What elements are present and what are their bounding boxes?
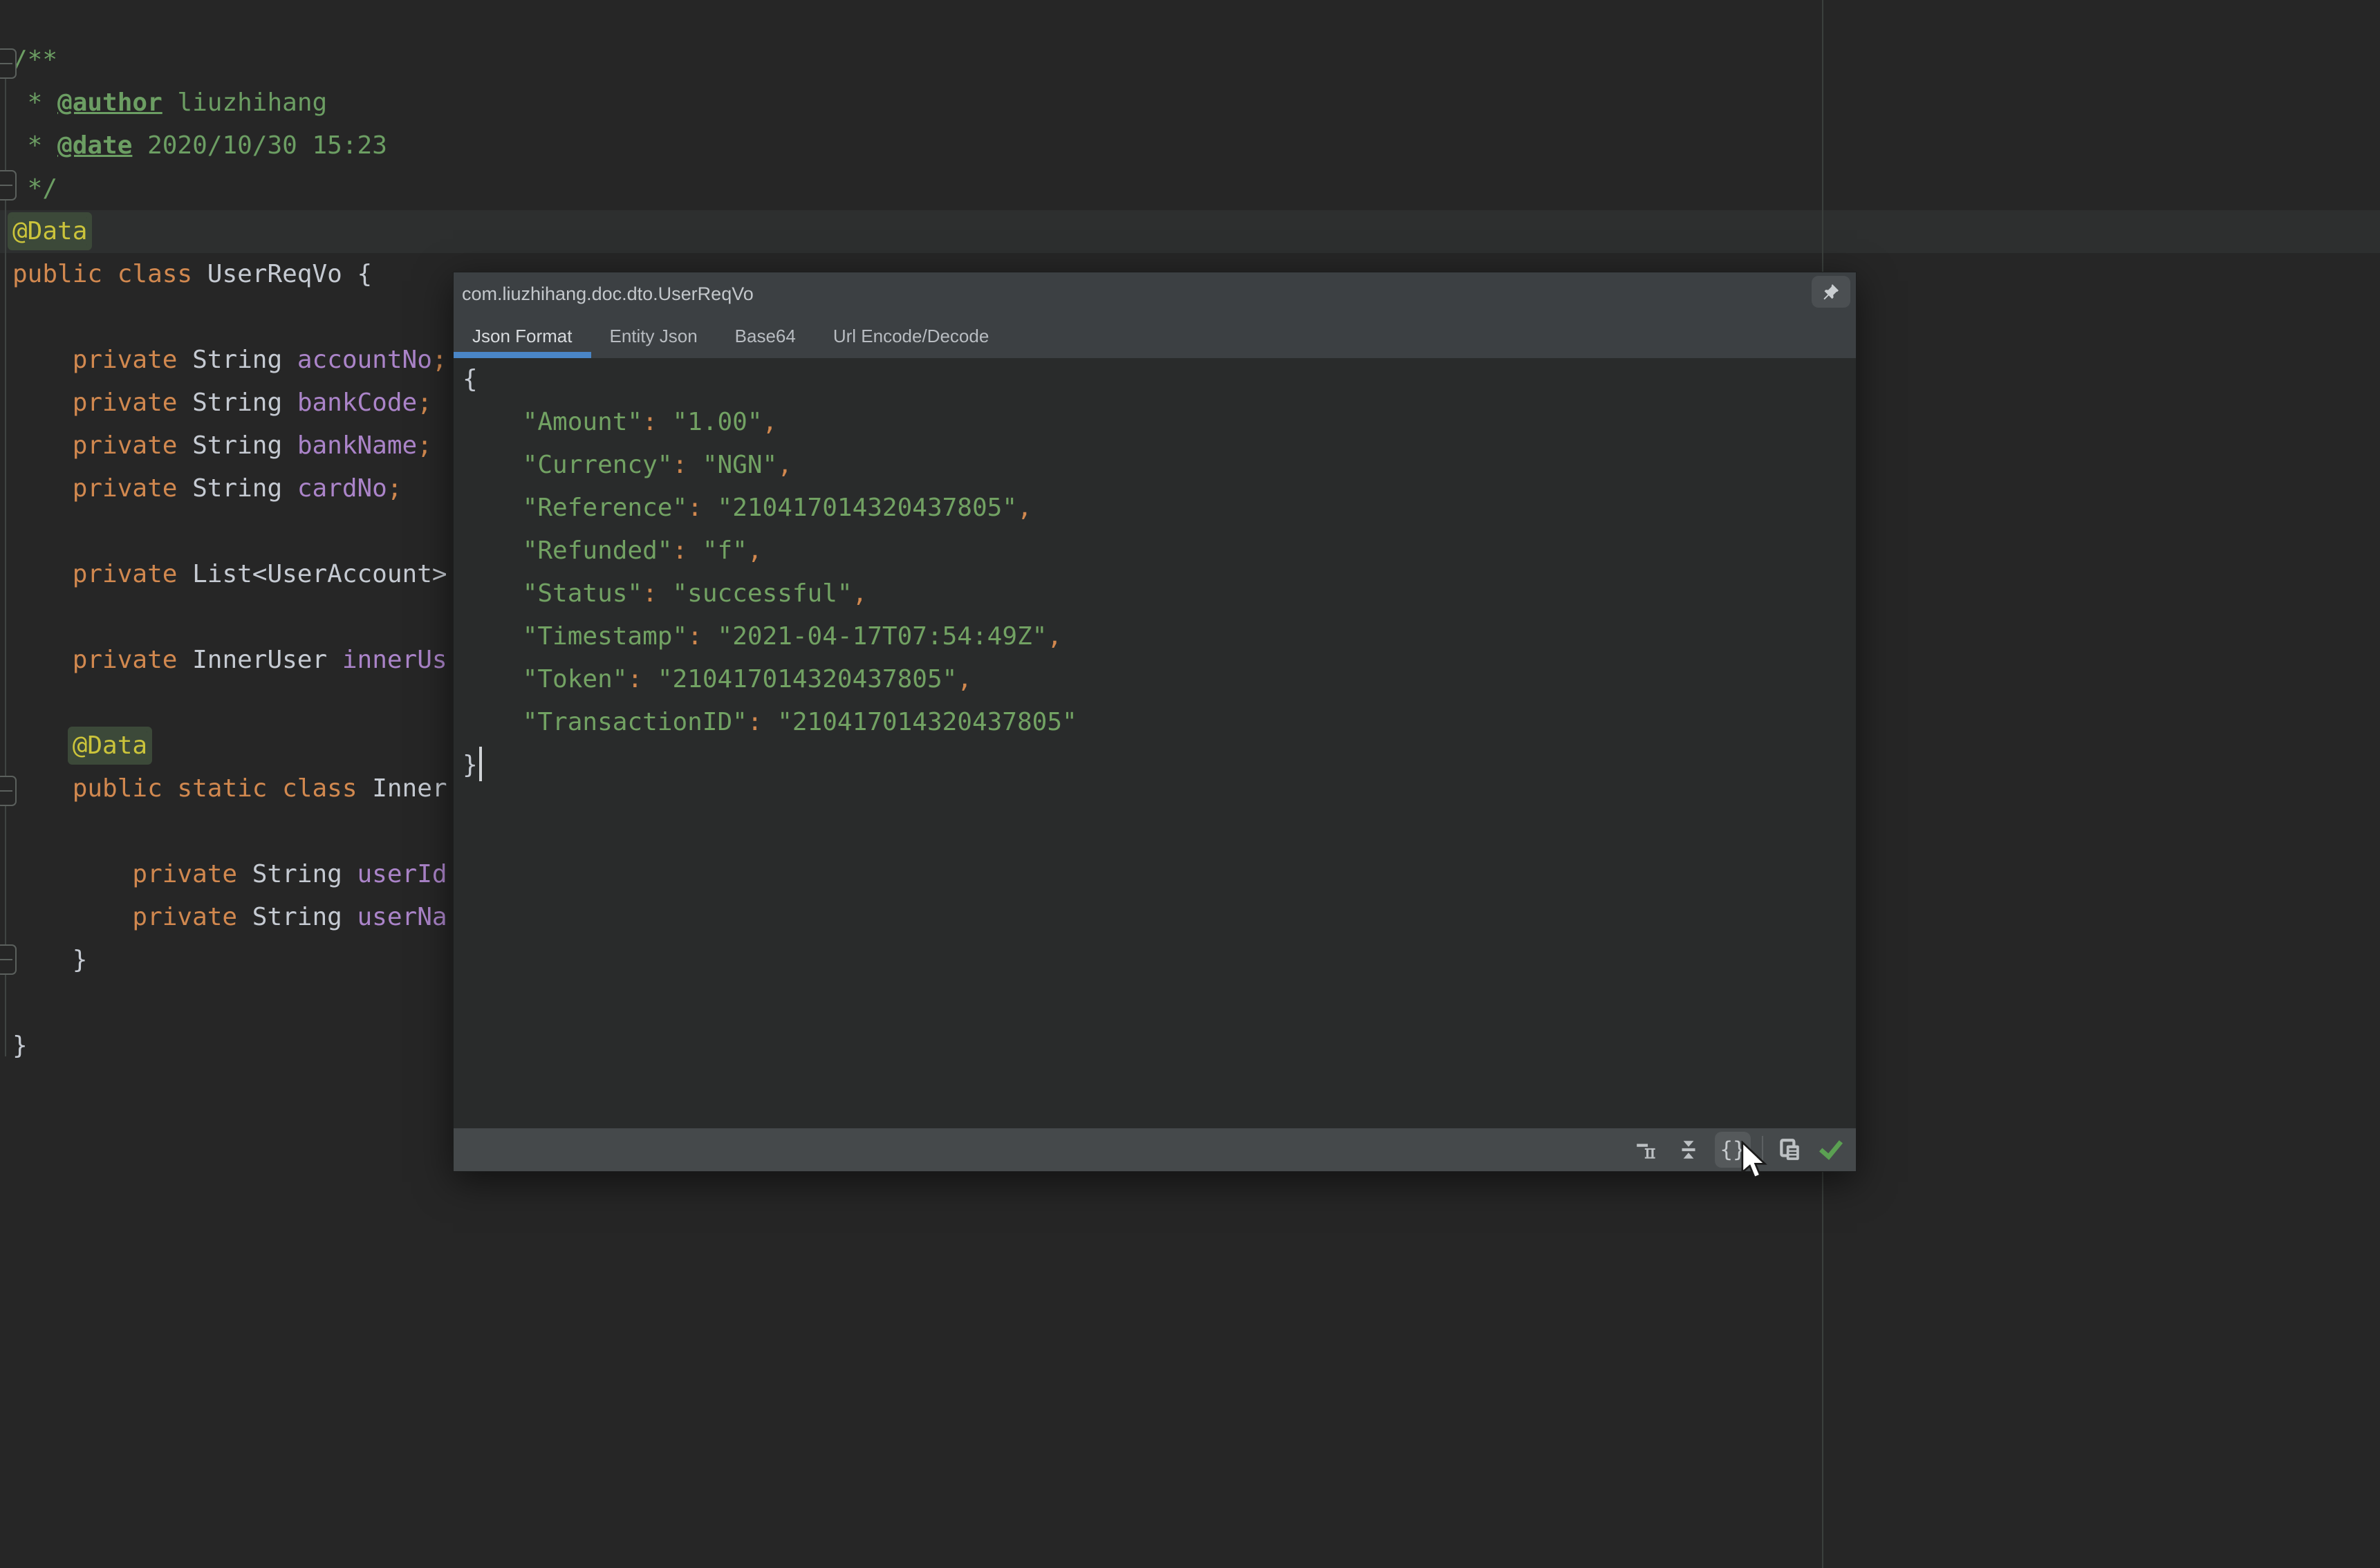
doc-view-popup: com.liuzhihang.doc.dto.UserReqVo Json Fo… <box>453 272 1857 1172</box>
join-lines-icon[interactable] <box>1632 1132 1662 1167</box>
code-token: String <box>192 389 297 417</box>
code-token: bankCode <box>297 389 417 417</box>
code-token: Inner <box>372 774 447 803</box>
code-token: InnerUser <box>192 646 342 674</box>
tab-base64[interactable]: Base64 <box>716 315 815 358</box>
code-token: * <box>12 131 57 160</box>
collapse-lines-icon[interactable] <box>1673 1132 1704 1167</box>
code-token: { <box>357 260 373 288</box>
code-token: private <box>73 346 192 374</box>
json-line: "Reference": "210417014320437805", <box>463 487 1077 530</box>
popup-title: com.liuzhihang.doc.dto.UserReqVo <box>462 272 754 315</box>
json-line: } <box>463 744 1077 787</box>
code-token: } <box>12 1032 28 1060</box>
code-token: /** <box>12 46 57 74</box>
code-token: private <box>73 560 192 588</box>
code-token: UserReqVo <box>207 260 357 288</box>
code-token: public class <box>12 260 207 288</box>
popup-toolbar: {} <box>454 1128 1856 1171</box>
code-token: @Data <box>12 217 87 245</box>
code-token: */ <box>12 174 57 203</box>
fold-marker-icon[interactable] <box>0 170 17 200</box>
code-token: @Data <box>73 731 147 760</box>
tab-url-encode-decode[interactable]: Url Encode/Decode <box>815 315 1007 358</box>
code-token: cardNo <box>297 474 387 503</box>
json-line: "Amount": "1.00", <box>463 401 1077 444</box>
code-token: @date <box>57 131 132 160</box>
text-caret <box>479 747 482 781</box>
code-token: bankName <box>297 431 417 460</box>
mouse-cursor <box>1740 1141 1772 1186</box>
ide-editor-screen: /** * @author liuzhihang * @date 2020/10… <box>0 0 2380 1568</box>
json-line: "Refunded": "f", <box>463 530 1077 572</box>
json-line: "Currency": "NGN", <box>463 444 1077 487</box>
code-token: userId <box>357 860 447 888</box>
code-token: ; <box>432 346 447 374</box>
code-token: private <box>73 431 192 460</box>
json-line: "Token": "210417014320437805", <box>463 658 1077 701</box>
code-line: @Data <box>12 210 2380 253</box>
code-token: String <box>192 431 297 460</box>
code-token: ; <box>417 431 432 460</box>
code-token: String <box>192 474 297 503</box>
code-token: userNa <box>357 903 447 931</box>
code-token: accountNo <box>297 346 432 374</box>
tab-entity-json[interactable]: Entity Json <box>591 315 716 358</box>
json-text: { "Amount": "1.00", "Currency": "NGN", "… <box>463 358 1077 787</box>
code-token: private <box>73 646 192 674</box>
code-token: private <box>132 860 252 888</box>
code-token: private <box>73 389 192 417</box>
code-token: private <box>132 903 252 931</box>
json-line: "Timestamp": "2021-04-17T07:54:49Z", <box>463 615 1077 658</box>
code-token: * <box>12 88 57 117</box>
code-token: ; <box>387 474 402 503</box>
popup-tabbar: Json FormatEntity JsonBase64Url Encode/D… <box>454 315 1856 358</box>
popup-header: com.liuzhihang.doc.dto.UserReqVo <box>454 272 1856 315</box>
pin-icon[interactable] <box>1812 276 1850 308</box>
fold-marker-icon[interactable] <box>0 776 17 806</box>
code-token: liuzhihang <box>162 88 327 117</box>
fold-marker-icon[interactable] <box>0 48 17 79</box>
copy-icon[interactable] <box>1774 1132 1805 1167</box>
json-line: { <box>463 358 1077 401</box>
code-token: public static class <box>73 774 372 803</box>
fold-marker-icon[interactable] <box>0 944 17 975</box>
code-token: String <box>252 903 357 931</box>
code-line: /** <box>12 39 2380 82</box>
code-line: * @author liuzhihang <box>12 82 2380 124</box>
code-line: * @date 2020/10/30 15:23 <box>12 124 2380 167</box>
code-token: @author <box>57 88 162 117</box>
tab-json-format[interactable]: Json Format <box>454 315 591 358</box>
json-line: "Status": "successful", <box>463 572 1077 615</box>
code-token: String <box>192 346 297 374</box>
code-token: 2020/10/30 15:23 <box>132 131 387 160</box>
json-line: "TransactionID": "210417014320437805" <box>463 701 1077 744</box>
json-output-area[interactable]: { "Amount": "1.00", "Currency": "NGN", "… <box>454 358 1856 1128</box>
code-token: private <box>73 474 192 503</box>
code-token: innerUs <box>342 646 447 674</box>
code-token: ; <box>417 389 432 417</box>
apply-check-icon[interactable] <box>1816 1132 1846 1167</box>
code-token: } <box>73 946 88 974</box>
gutter-fold-line <box>5 75 6 1056</box>
code-token: String <box>252 860 357 888</box>
code-line: */ <box>12 167 2380 210</box>
code-token: List<UserAccount> <box>192 560 447 588</box>
